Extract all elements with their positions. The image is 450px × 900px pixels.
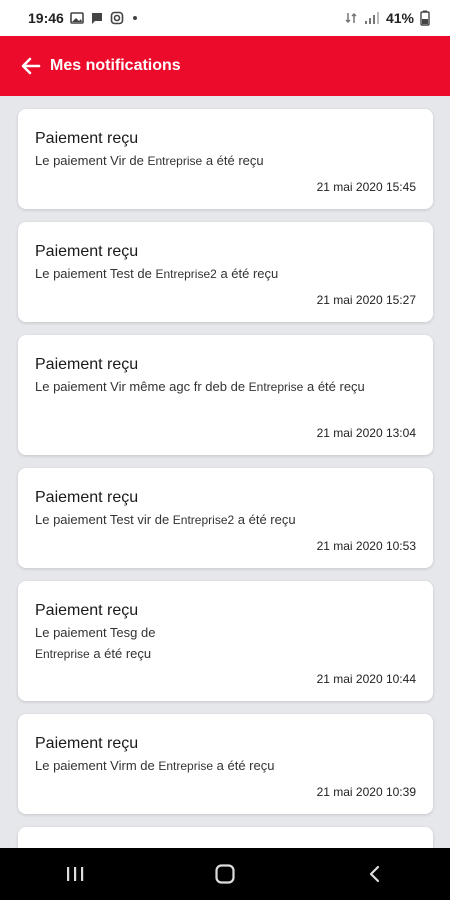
company-name: Entreprise [35,647,90,661]
signal-icon [364,12,379,24]
notification-card[interactable]: Paiement reçu Le paiement Vir même agc f… [18,335,433,455]
message-suffix: a été reçu [213,758,275,773]
notification-title: Paiement reçu [35,735,139,752]
status-bar: 19:46 41% [0,0,450,36]
message-prefix: Le paiement Vir même agc fr deb de [35,379,249,394]
app-bar: Mes notifications [0,36,450,96]
notification-message: Le paiement Tesg de Entreprise a été reç… [35,622,185,665]
notification-card[interactable]: Paiement reçu Le paiement Virm de Entrep… [18,714,433,814]
dot-icon [132,16,137,20]
message-suffix: a été reçu [202,153,264,168]
company-name: Entreprise [248,380,304,394]
data-transfer-icon [345,12,357,24]
message-prefix: Le paiement Tesg de [35,625,156,640]
notification-date: 21 mai 2020 13:04 [316,426,416,440]
instagram-icon [110,11,124,25]
company-name: Entreprise2 [172,513,235,527]
message-prefix: Le paiement Virm de [35,758,159,773]
message-icon [91,13,102,24]
gallery-icon [70,12,84,24]
notification-card[interactable]: Paiement reçu Le paiement Vir de Entrepr… [18,109,433,209]
notification-title: Paiement reçu [35,356,139,373]
notification-title: Paiement reçu [35,489,139,506]
back-chevron-icon [369,865,380,883]
notification-date: 21 mai 2020 15:45 [316,180,416,194]
status-time: 19:46 [28,10,64,26]
home-button[interactable] [195,848,255,900]
notification-date: 21 mai 2020 15:27 [316,293,416,307]
notification-message: Le paiement Vir de Entreprise a été reçu [35,150,416,172]
notification-message: Le paiement Test vir de Entreprise2 a ét… [35,509,416,531]
notification-date: 21 mai 2020 10:53 [316,539,416,553]
home-icon [215,864,235,884]
notification-card[interactable]: Paiement reçu Le paiement Test vir de En… [18,468,433,568]
notification-message: Le paiement Test de Entreprise2 a été re… [35,263,416,285]
page-title: Mes notifications [50,57,181,74]
back-arrow-icon[interactable] [20,55,42,77]
message-suffix: a été reçu [234,512,296,527]
notification-title: Paiement reçu [35,130,139,147]
status-left: 19:46 [28,10,140,26]
message-suffix: a été reçu [216,266,279,281]
back-button[interactable] [345,848,405,900]
battery-percent: 41% [385,10,414,26]
company-name: Entreprise [147,154,203,168]
notification-card[interactable]: Paiement reçu Le paiement Tesg de Entrep… [18,581,433,701]
system-nav-bar [0,848,450,900]
recent-apps-button[interactable] [45,848,105,900]
notification-card-partial[interactable] [18,827,433,848]
company-name: Entreprise2 [155,267,217,281]
notification-message: Le paiement Vir même agc fr deb de Entre… [35,376,395,398]
notification-card[interactable]: Paiement reçu Le paiement Test de Entrep… [18,222,433,322]
message-prefix: Le paiement Test de [35,266,156,281]
notification-date: 21 mai 2020 10:44 [316,672,416,686]
notification-title: Paiement reçu [35,243,139,260]
notification-message: Le paiement Virm de Entreprise a été reç… [35,755,416,777]
recent-apps-icon [67,867,84,881]
notification-date: 21 mai 2020 10:39 [316,785,416,799]
message-suffix: a été reçu [89,646,152,661]
message-prefix: Le paiement Test vir de [35,512,173,527]
status-right: 41% [344,10,430,26]
message-prefix: Le paiement Vir de [35,153,148,168]
notification-list[interactable]: Paiement reçu Le paiement Vir de Entrepr… [0,96,450,848]
battery-icon [420,10,430,26]
notification-title: Paiement reçu [35,602,139,619]
company-name: Entreprise [158,759,214,773]
message-suffix: a été reçu [303,379,365,394]
